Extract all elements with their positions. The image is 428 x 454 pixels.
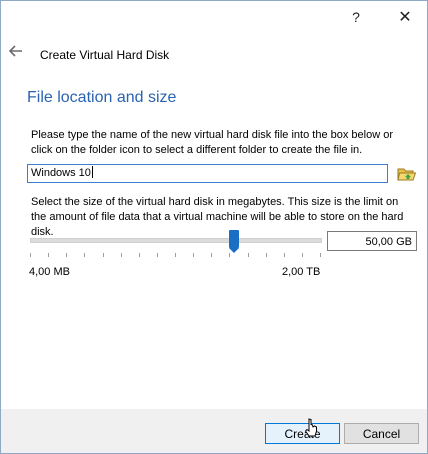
size-input[interactable]: 50,00 GB [327, 231, 417, 251]
mouse-cursor-icon [304, 418, 320, 440]
file-name-input[interactable]: Windows 10 [27, 164, 388, 183]
size-slider-thumb[interactable] [229, 230, 240, 253]
slider-tick [30, 253, 31, 257]
text-caret [91, 166, 93, 178]
slider-tick [84, 253, 86, 257]
file-location-description: Please type the name of the new virtual … [31, 129, 393, 156]
page-heading: File location and size [27, 89, 177, 106]
slider-tick [283, 253, 285, 257]
choose-folder-button[interactable] [397, 165, 417, 183]
wizard-header: Create Virtual Hard Disk [1, 39, 427, 69]
create-button[interactable]: Create [265, 423, 340, 444]
cancel-button[interactable]: Cancel [344, 423, 419, 444]
slider-tick [211, 253, 213, 257]
wizard-title: Create Virtual Hard Disk [40, 48, 170, 62]
size-slider-track[interactable] [30, 238, 322, 243]
slider-tick [138, 253, 140, 257]
slider-tick [48, 253, 50, 257]
slider-tick [156, 253, 158, 257]
size-range-max: 2,00 TB [282, 266, 321, 278]
slider-tick [175, 253, 176, 257]
slider-tick [102, 253, 104, 257]
folder-open-icon [397, 168, 417, 181]
slider-tick [265, 253, 267, 257]
slider-tick [301, 253, 303, 257]
file-name-value: Windows 10 [31, 167, 91, 179]
size-range-min: 4,00 MB [29, 266, 70, 278]
slider-tick [229, 253, 231, 257]
size-slider-ticks [30, 253, 322, 259]
slider-tick [120, 253, 122, 257]
slider-tick [247, 253, 249, 257]
close-button[interactable]: ✕ [390, 5, 420, 29]
slider-tick [320, 253, 321, 257]
back-arrow-icon[interactable] [8, 45, 25, 59]
title-bar: ? ✕ [1, 1, 427, 33]
help-button[interactable]: ? [341, 5, 371, 29]
slider-tick [66, 253, 68, 257]
create-virtual-hard-disk-dialog: ? ✕ Create Virtual Hard Disk File locati… [0, 0, 428, 454]
slider-tick [193, 253, 195, 257]
